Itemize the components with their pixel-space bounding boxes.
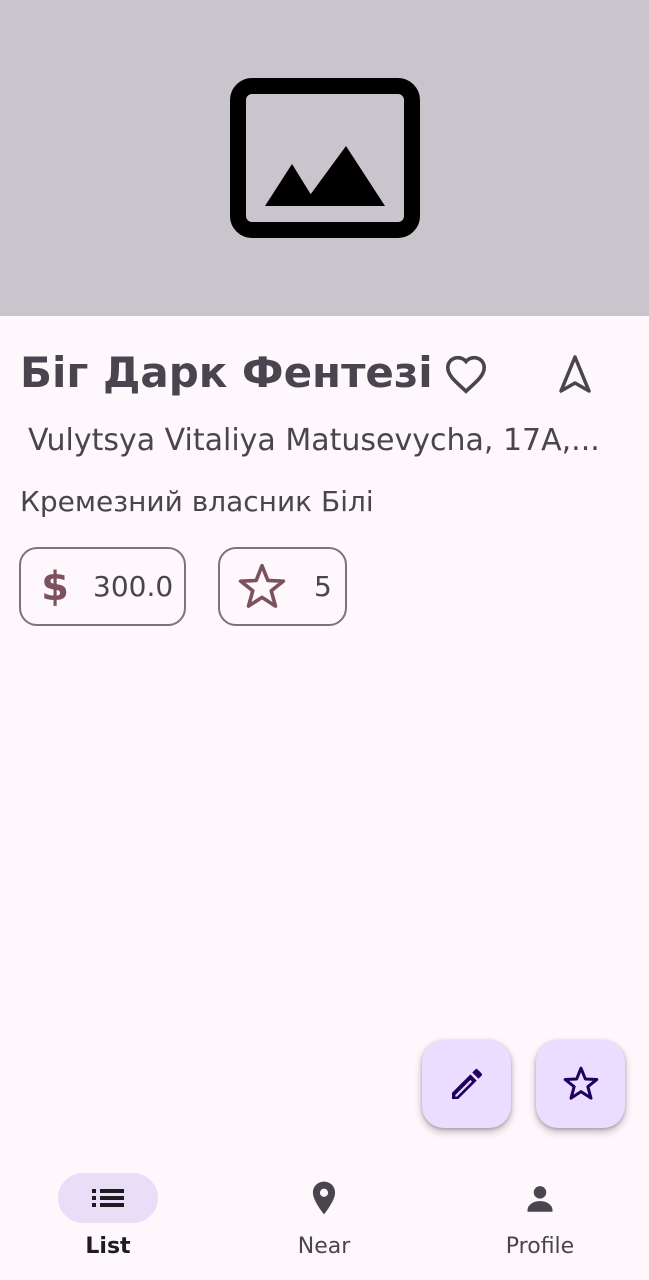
edit-fab[interactable] (422, 1040, 511, 1128)
nav-item-profile[interactable]: Profile (432, 1150, 648, 1280)
person-icon (527, 1186, 553, 1212)
dollar-icon: $ (41, 563, 69, 610)
nav-item-label: Near (297, 1234, 351, 1259)
price-chip: $ 300.0 (19, 547, 186, 626)
nav-item-near[interactable]: Near (216, 1150, 432, 1280)
price-value: 300.0 (93, 570, 174, 603)
nav-item-label: List (85, 1234, 131, 1259)
pencil-icon (451, 1068, 482, 1099)
nav-active-indicator (58, 1173, 158, 1223)
place-details-screen: Біг Дарк Фентезі Vulytsya Vitaliya Matus… (0, 0, 649, 1280)
rating-value: 5 (314, 570, 332, 603)
nav-item-label: Profile (505, 1234, 575, 1259)
place-title: Біг Дарк Фентезі (20, 348, 433, 397)
rate-fab[interactable] (536, 1040, 625, 1128)
place-address: Vulytsya Vitaliya Matusevycha, 17A,... (28, 423, 600, 458)
rating-chip: 5 (218, 547, 347, 626)
favorite-button[interactable] (440, 348, 492, 400)
navigation-arrow-icon (559, 355, 591, 393)
bottom-navigation: List Near Profile (0, 1150, 649, 1280)
list-icon (92, 1189, 124, 1207)
star-outline-icon (563, 1066, 598, 1100)
image-placeholder-icon (229, 78, 420, 238)
heart-outline-icon (445, 355, 487, 394)
place-image (0, 0, 649, 316)
location-pin-icon (312, 1181, 336, 1215)
navigate-button[interactable] (549, 348, 601, 400)
star-outline-icon (234, 561, 290, 613)
place-description: Кремезний власник Білі (20, 485, 374, 518)
nav-item-list[interactable]: List (0, 1150, 216, 1280)
